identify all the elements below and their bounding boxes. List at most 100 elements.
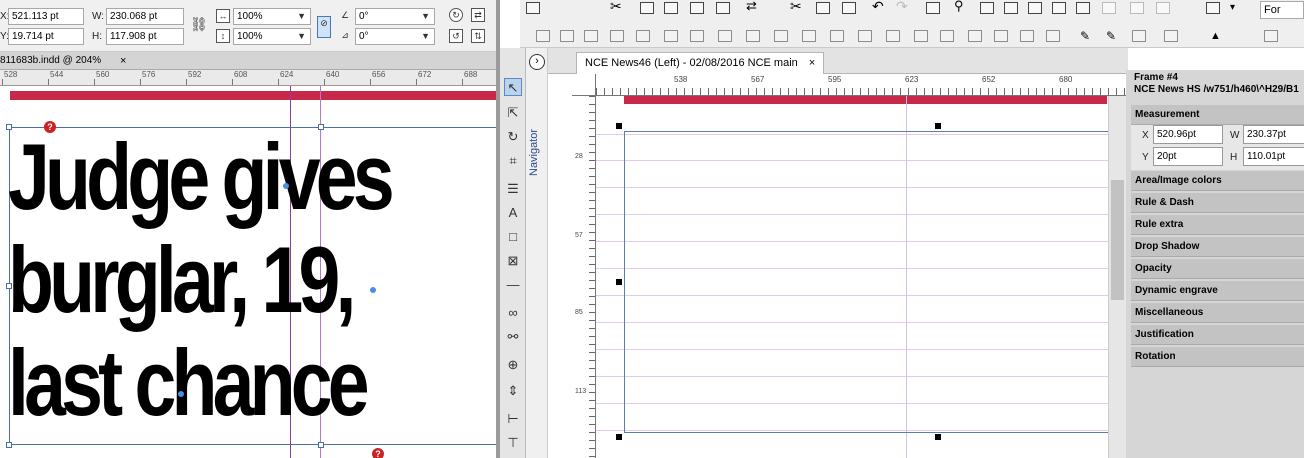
zoom-icon[interactable]: ⊕ [504, 356, 522, 374]
frame-handle[interactable] [318, 124, 324, 130]
scissors-icon[interactable]: ✂ [790, 0, 804, 13]
section-dynamic-engrave[interactable]: Dynamic engrave [1131, 281, 1304, 301]
page-edit-icon[interactable] [1004, 2, 1018, 14]
align-right-icon[interactable] [1020, 30, 1034, 42]
page-blank-icon[interactable] [1028, 2, 1042, 14]
frame-handle[interactable] [616, 123, 622, 129]
section-area-colors[interactable]: Area/Image colors [1131, 171, 1304, 191]
link-icon[interactable]: ∞ [504, 304, 522, 322]
frame-handle[interactable] [935, 434, 941, 440]
triangle-up-icon[interactable]: ▲ [1210, 30, 1224, 42]
rotate-cw-icon[interactable]: ↻ [449, 8, 463, 22]
flip-vertical-icon[interactable]: ⇅ [471, 29, 485, 43]
check-in-icon[interactable] [664, 2, 678, 14]
prop-y-field[interactable]: 20pt [1153, 147, 1223, 166]
open-icon[interactable] [526, 2, 540, 14]
page-icon[interactable] [980, 2, 994, 14]
undo-icon[interactable]: ↶ [872, 0, 886, 13]
mask-icon[interactable] [1164, 30, 1178, 42]
select-arrow-icon[interactable]: ↖ [504, 78, 522, 96]
flip-horizontal-icon[interactable]: ⇄ [471, 8, 485, 22]
justify-icon[interactable] [1046, 30, 1060, 42]
page-canvas[interactable] [596, 96, 1110, 458]
refresh-icon[interactable]: ⇄ [746, 0, 760, 12]
copy-icon[interactable] [816, 2, 830, 14]
section-measurement[interactable]: Measurement [1131, 105, 1304, 125]
scrollbar-thumb[interactable] [1111, 180, 1124, 300]
y-field[interactable]: 19.714 pt [8, 28, 84, 45]
story-icon[interactable]: ☰ [504, 180, 522, 198]
text-frame[interactable] [624, 131, 1110, 433]
window-icon[interactable] [1052, 2, 1066, 14]
frame-handle[interactable] [6, 442, 12, 448]
rotate-select[interactable]: 0° ▼ [355, 8, 435, 25]
rectangle-icon[interactable]: □ [504, 228, 522, 246]
navigator-strip[interactable]: › Navigator [526, 48, 548, 458]
layers-icon[interactable] [1206, 2, 1220, 14]
w-field[interactable]: 230.068 pt [106, 8, 184, 25]
align-left-icon[interactable] [968, 30, 982, 42]
box-icon[interactable] [1132, 30, 1146, 42]
line-icon[interactable]: ― [504, 276, 522, 294]
section-rule-extra[interactable]: Rule extra [1131, 215, 1304, 235]
scale-lock-icon[interactable]: ⊘ [317, 16, 331, 38]
chart-icon[interactable] [1076, 2, 1090, 14]
navigator-toggle-icon[interactable]: › [529, 54, 545, 70]
layout-canvas[interactable]: Judge gives burglar, 19, last chance ? ? [0, 86, 496, 458]
print-icon[interactable] [640, 2, 654, 14]
export-icon[interactable] [716, 2, 730, 14]
section-opacity[interactable]: Opacity [1131, 259, 1304, 279]
help-icon[interactable] [1102, 2, 1116, 14]
prop-h-field[interactable]: 110.01pt [1243, 147, 1304, 166]
frame-handle[interactable] [318, 442, 324, 448]
shear-select[interactable]: 0° ▼ [355, 28, 435, 45]
rotate-ccw-icon[interactable]: ↺ [449, 29, 463, 43]
close-icon[interactable]: × [809, 57, 815, 69]
unlink-icon[interactable]: ⚯ [504, 328, 522, 346]
text-frame-icon[interactable]: A [504, 204, 522, 222]
frame-handle[interactable] [6, 124, 12, 130]
align-center-icon[interactable] [994, 30, 1008, 42]
close-icon[interactable]: × [120, 52, 126, 70]
vertical-scrollbar[interactable] [1108, 96, 1126, 458]
layout-icon[interactable] [926, 2, 940, 14]
image-frame-icon[interactable]: ⊠ [504, 252, 522, 270]
paste-icon[interactable] [842, 2, 856, 14]
cut-icon[interactable]: ✂ [610, 0, 624, 13]
redo-icon[interactable]: ↷ [896, 0, 910, 13]
eyedropper-icon[interactable]: ✎ [1106, 30, 1120, 42]
rotate-tool-icon[interactable]: ↻ [504, 128, 522, 146]
frame-handle[interactable] [616, 434, 622, 440]
scale-x-select[interactable]: 100% ▼ [233, 8, 311, 25]
section-rule-dash[interactable]: Rule & Dash [1131, 193, 1304, 213]
overset-warning-icon[interactable]: ? [44, 121, 56, 133]
frame-handle[interactable] [616, 279, 622, 285]
spacing-icon[interactable] [1264, 30, 1278, 42]
eyedropper-icon[interactable]: ✎ [1080, 30, 1094, 42]
prop-x-field[interactable]: 520.96pt [1153, 125, 1223, 144]
vertical-justify-icon[interactable]: ⇕ [504, 382, 522, 400]
binoculars-icon[interactable]: ⚲ [954, 0, 968, 12]
horizontal-measure-icon[interactable]: ⊢ [504, 410, 522, 428]
scale-y-select[interactable]: 100% ▼ [233, 28, 311, 45]
properties-panel: Frame #4 NCE News HS /w751/h460\^H29/B1 … [1126, 70, 1304, 458]
h-field[interactable]: 117.908 pt [106, 28, 184, 45]
chevron-down-icon[interactable]: ▾ [1230, 2, 1244, 14]
crop-icon[interactable]: ⌗ [504, 152, 522, 170]
section-drop-shadow[interactable]: Drop Shadow [1131, 237, 1304, 257]
direct-select-icon[interactable]: ⇱ [504, 104, 522, 122]
section-rotation[interactable]: Rotation [1131, 347, 1304, 367]
save-icon[interactable] [690, 2, 704, 14]
frame-handle[interactable] [935, 123, 941, 129]
overset-warning-icon[interactable]: ? [372, 448, 384, 458]
vertical-measure-icon[interactable]: ⊤ [504, 434, 522, 452]
section-justification[interactable]: Justification [1131, 325, 1304, 345]
constrain-chain-icon[interactable]: ⛓ [190, 17, 208, 32]
section-miscellaneous[interactable]: Miscellaneous [1131, 303, 1304, 323]
font-field[interactable]: For [1260, 1, 1304, 19]
prop-w-field[interactable]: 230.37pt [1243, 125, 1304, 144]
x-field[interactable]: 521.113 pt [8, 8, 84, 25]
frame-handle[interactable] [6, 283, 12, 289]
document-tab[interactable]: 811683b.indd @ 204% × [0, 52, 496, 70]
document-window-tab[interactable]: NCE News46 (Left) - 02/08/2016 NCE main … [576, 52, 825, 74]
